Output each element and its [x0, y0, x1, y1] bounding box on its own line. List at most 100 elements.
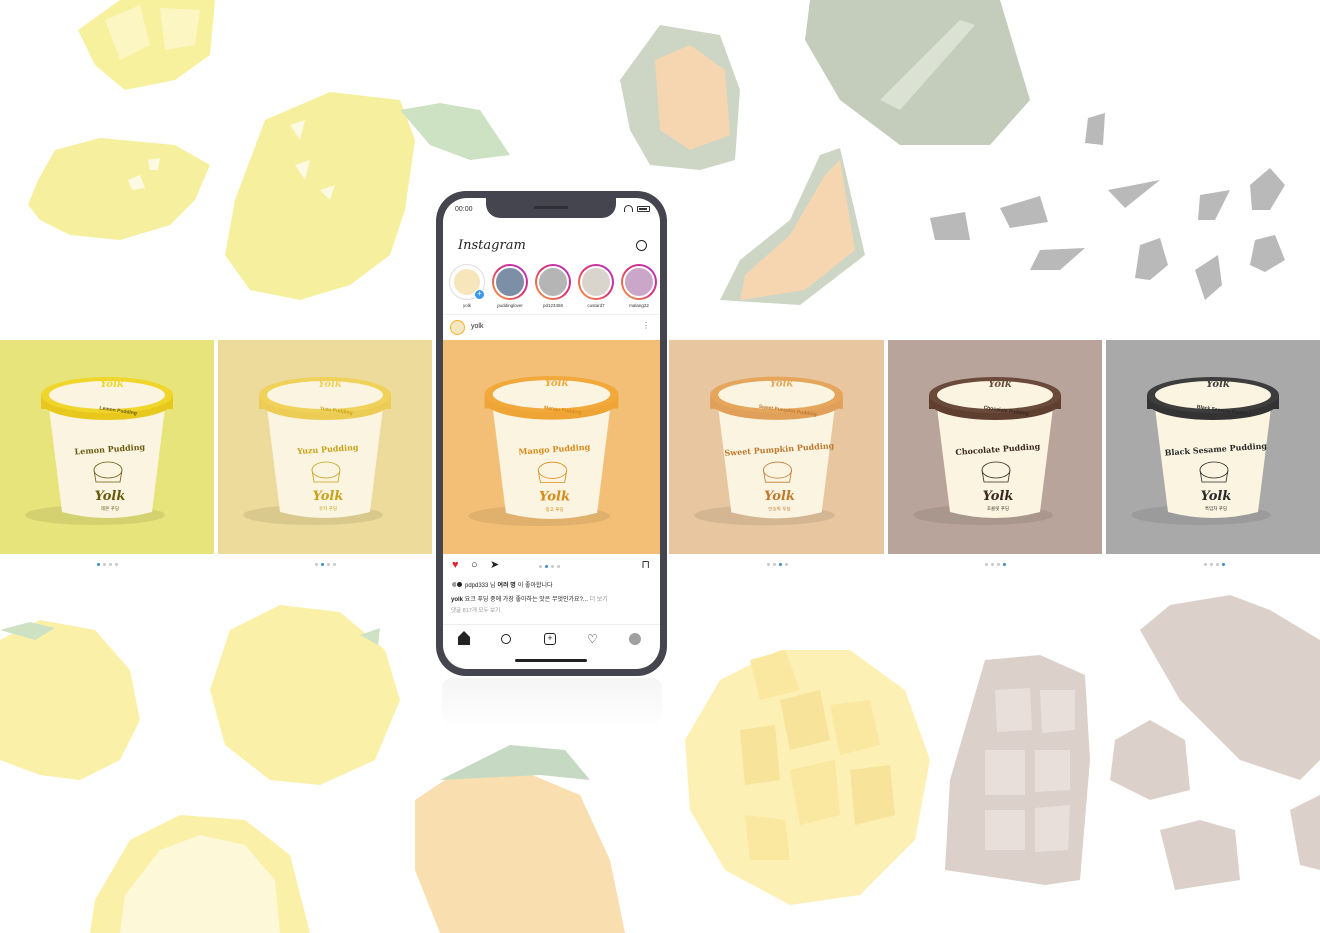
carousel-dot — [551, 565, 554, 568]
carousel-dot — [545, 565, 548, 568]
caption-more-link[interactable]: 더 보기 — [588, 597, 608, 603]
story-item[interactable]: custard7 — [576, 264, 616, 308]
story-item[interactable]: malang22 — [619, 264, 659, 308]
story-item[interactable]: puddinglover — [490, 264, 530, 308]
view-comments-link[interactable]: 댓글 817개 모두 보기 — [451, 606, 500, 614]
carousel-dots-pumpkin — [767, 563, 788, 566]
carousel-dot — [779, 563, 782, 566]
carousel-dots-sesame — [1204, 563, 1225, 566]
liked-by-suffix: 이 좋아합니다 — [517, 583, 553, 589]
post-caption: yolk 요크 푸딩 중에 가장 좋아하는 맛은 무엇인가요?... 더 보기 — [451, 594, 608, 603]
pudding-cup-sesame: YolkBlack Sesame PuddingBlack Sesame Pud… — [1106, 340, 1320, 554]
home-indicator — [515, 659, 587, 662]
cup-brand: Yolk — [1201, 489, 1232, 504]
carousel-dot — [109, 563, 112, 566]
cup-brand: Yolk — [764, 489, 795, 504]
carousel-dot — [985, 563, 988, 566]
bottom-nav: + ♡ — [443, 624, 660, 654]
story-photo — [537, 266, 569, 298]
lid-brand: Yolk — [100, 379, 124, 390]
cup-brand: Yolk — [539, 490, 570, 505]
post-avatar[interactable] — [450, 320, 465, 335]
story-avatar: + — [449, 264, 485, 300]
carousel-dot — [103, 563, 106, 566]
carousel-dot — [997, 563, 1000, 566]
add-post-icon[interactable]: + — [544, 633, 556, 645]
carousel-dot — [1222, 563, 1225, 566]
post-username[interactable]: yolk — [471, 323, 483, 330]
carousel-dot — [333, 563, 336, 566]
messenger-icon[interactable] — [636, 240, 647, 251]
comment-icon[interactable]: ○ — [471, 560, 478, 571]
carousel-dot — [557, 565, 560, 568]
liker-avatar — [456, 581, 463, 588]
add-story-icon[interactable]: + — [474, 289, 485, 300]
story-item[interactable]: + yolk — [447, 264, 487, 308]
product-panel-sesame[interactable]: Yolk Black Sesame Pudding Black Sesame Pud… — [1106, 340, 1320, 554]
search-icon[interactable] — [501, 634, 511, 644]
share-icon[interactable]: ➤ — [490, 560, 499, 571]
story-avatar — [621, 264, 657, 300]
cup-korean-name: 흑임자 푸딩 — [1205, 505, 1227, 512]
carousel-dot — [785, 563, 788, 566]
cup-brand: Yolk — [95, 489, 126, 504]
story-username: malang22 — [629, 303, 649, 308]
status-icons — [624, 205, 650, 212]
stories-row: + yolk puddinglover pd123456 custard7 malang2… — [447, 264, 659, 308]
cup-korean-name: 단호박 푸딩 — [768, 505, 790, 512]
profile-icon[interactable] — [629, 633, 641, 645]
carousel-dot — [1003, 563, 1006, 566]
lid-brand: Yolk — [318, 379, 342, 390]
pudding-cup-mango: YolkMango PuddingMango PuddingYolk망고 푸딩 — [443, 340, 660, 554]
activity-heart-icon[interactable]: ♡ — [587, 633, 599, 645]
status-time: 00:00 — [455, 206, 473, 213]
cup-brand: Yolk — [983, 489, 1014, 504]
cup-korean-name: 유자 푸딩 — [319, 505, 337, 512]
instagram-screen: 00:00 Instagram + yolk puddinglover pd12345… — [443, 198, 660, 669]
story-avatar — [492, 264, 528, 300]
caption-username[interactable]: yolk — [451, 597, 463, 603]
carousel-dots-lemon — [97, 563, 118, 566]
carousel-dot — [1210, 563, 1213, 566]
story-username: pd123456 — [542, 303, 564, 308]
carousel-dot — [1204, 563, 1207, 566]
story-photo — [623, 266, 655, 298]
cup-korean-name: 망고 푸딩 — [545, 506, 563, 513]
product-panel-lemon[interactable]: Yolk Lemon Pudding Lemon Pudding Yolk 레몬 푸딩 — [0, 340, 214, 554]
likes-line: pdpd333 님 여러 명이 좋아합니다 — [451, 580, 553, 589]
post-carousel-dots — [539, 565, 560, 568]
story-photo — [580, 266, 612, 298]
carousel-dot — [991, 563, 994, 566]
liked-by-bold[interactable]: 여러 명 — [498, 580, 516, 589]
like-heart-icon[interactable]: ♥ — [452, 560, 459, 571]
carousel-dot — [773, 563, 776, 566]
lid-brand: Yolk — [1206, 379, 1230, 390]
post-header: yolk ⋮ — [443, 314, 660, 340]
post-image-mango[interactable]: Yolk Mango Pudding Mango Pudding Yolk 망고 푸딩 — [443, 340, 660, 554]
liked-by-prefix: pdpd333 님 — [465, 583, 496, 589]
product-panel-pumpkin[interactable]: Yolk Sweet Pumpkin Pudding Sweet Pumpkin P… — [669, 340, 884, 554]
more-options-icon[interactable]: ⋮ — [642, 321, 650, 330]
caption-text: 요크 푸딩 중에 가장 좋아하는 맛은 무엇인가요?... — [463, 597, 588, 603]
phone-reflection — [442, 678, 662, 728]
lid-brand: Yolk — [988, 379, 1012, 390]
carousel-dots-chocolate — [985, 563, 1006, 566]
battery-icon — [637, 205, 650, 212]
home-icon[interactable] — [458, 631, 470, 645]
story-photo — [494, 266, 526, 298]
story-username: custard7 — [587, 303, 605, 308]
product-panel-yuzu[interactable]: Yolk Yuzu Pudding Yuzu Pudding Yolk 유자 푸딩 — [218, 340, 432, 554]
carousel-dot — [327, 563, 330, 566]
carousel-dot — [1216, 563, 1219, 566]
product-panel-chocolate[interactable]: Yolk Chocolate Pudding Chocolate Pudding Yo… — [888, 340, 1102, 554]
instagram-logo: Instagram — [458, 238, 526, 253]
cup-korean-name: 레몬 푸딩 — [101, 505, 119, 512]
phone-notch — [486, 198, 616, 218]
lid-brand: Yolk — [770, 379, 794, 390]
bookmark-icon[interactable]: ⊓ — [641, 560, 650, 571]
carousel-dot — [315, 563, 318, 566]
carousel-dot — [321, 563, 324, 566]
cup-brand: Yolk — [313, 489, 344, 504]
story-item[interactable]: pd123456 — [533, 264, 573, 308]
lid-brand: Yolk — [545, 377, 569, 389]
